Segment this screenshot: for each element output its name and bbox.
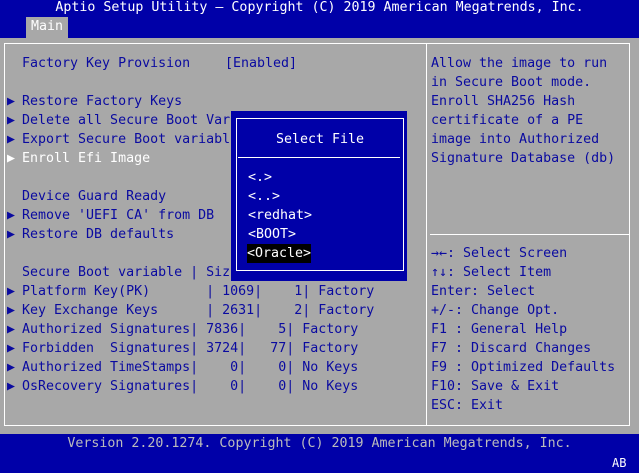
submenu-arrow-icon: ▶	[7, 322, 16, 337]
help-text: certificate of a PE	[431, 113, 584, 128]
submenu-arrow-icon: ▶	[7, 227, 16, 242]
key-hint: +/-: Change Opt.	[431, 303, 560, 318]
app-title: Aptio Setup Utility – Copyright (C) 2019…	[55, 0, 584, 15]
menu-export-secure-boot-variables[interactable]: Export Secure Boot variabl	[22, 130, 230, 149]
table-row[interactable]: Authorized TimeStamps| 0| 0| No Keys	[22, 358, 358, 377]
row-count: 5	[246, 322, 287, 337]
submenu-arrow-icon: ▶	[7, 341, 16, 356]
row-size: 0	[198, 360, 239, 375]
panel-divider	[426, 43, 427, 426]
footer-badge: AB	[612, 456, 627, 470]
key-hint: →←: Select Screen	[431, 246, 568, 261]
row-count: 1	[262, 284, 303, 299]
file-option-redhat[interactable]: <redhat>	[248, 206, 312, 225]
submenu-arrow-icon: ▶	[7, 303, 16, 318]
table-row[interactable]: Authorized Signatures| 7836| 5| Factory	[22, 320, 358, 339]
file-option-boot[interactable]: <BOOT>	[248, 225, 296, 244]
table-row[interactable]: Platform Key(PK) | 1069| 1| Factory	[22, 282, 374, 301]
menu-remove-uefi-ca[interactable]: Remove 'UEFI CA' from DB	[22, 206, 214, 225]
row-name: OsRecovery Signatures	[22, 379, 191, 394]
row-size: 7836	[198, 322, 239, 337]
row-source: Factory	[294, 341, 359, 356]
table-header: Secure Boot variable | Siz	[22, 265, 231, 280]
row-count: 0	[246, 360, 287, 375]
key-hint: Enter: Select	[431, 284, 536, 299]
submenu-arrow-icon: ▶	[7, 151, 16, 166]
row-name: Forbidden Signatures	[22, 341, 191, 356]
help-text: Allow the image to run	[431, 56, 608, 71]
row-source: No Keys	[294, 360, 359, 375]
help-text: Enroll SHA256 Hash	[431, 94, 576, 109]
row-count: 0	[246, 379, 287, 394]
row-source: Factory	[294, 322, 359, 337]
row-size: 3724	[198, 341, 239, 356]
submenu-arrow-icon: ▶	[7, 360, 16, 375]
factory-key-provision-label[interactable]: Factory Key Provision	[22, 54, 190, 73]
key-hint: F10: Save & Exit	[431, 379, 560, 394]
table-row[interactable]: Key Exchange Keys | 2631| 2| Factory	[22, 301, 374, 320]
row-name: Authorized Signatures	[22, 322, 191, 337]
menu-delete-secure-boot-variables[interactable]: Delete all Secure Boot Var	[22, 111, 230, 130]
key-hint: ↑↓: Select Item	[431, 265, 552, 280]
key-hint: F7 : Discard Changes	[431, 341, 592, 356]
help-text: in Secure Boot mode.	[431, 75, 592, 90]
file-option-current-dir[interactable]: <.>	[248, 168, 272, 187]
help-text: image into Authorized	[431, 132, 600, 147]
table-row[interactable]: OsRecovery Signatures| 0| 0| No Keys	[22, 377, 358, 396]
row-size: 2631	[214, 303, 255, 318]
key-hint: F9 : Optimized Defaults	[431, 360, 616, 375]
key-hint: ESC: Exit	[431, 398, 504, 413]
tab-main[interactable]: Main	[26, 17, 68, 38]
submenu-arrow-icon: ▶	[7, 94, 16, 109]
factory-key-provision-value[interactable]: [Enabled]	[225, 54, 297, 73]
submenu-arrow-icon: ▶	[7, 132, 16, 147]
row-name: Authorized TimeStamps	[22, 360, 191, 375]
dialog-title: Select File	[275, 132, 365, 147]
row-count: 2	[262, 303, 303, 318]
row-source: Factory	[310, 284, 375, 299]
file-option-parent-dir[interactable]: <..>	[248, 187, 280, 206]
version-text: Version 2.20.1274. Copyright (C) 2019 Am…	[67, 436, 572, 451]
menu-restore-db-defaults[interactable]: Restore DB defaults	[22, 225, 174, 244]
key-hint: F1 : General Help	[431, 322, 568, 337]
menu-enroll-efi-image[interactable]: Enroll Efi Image	[22, 149, 150, 168]
row-name: Key Exchange Keys	[22, 303, 207, 318]
submenu-arrow-icon: ▶	[7, 208, 16, 223]
help-text: Signature Database (db)	[431, 151, 616, 166]
dialog-separator	[238, 157, 400, 158]
row-size: 1069	[214, 284, 255, 299]
row-name: Platform Key(PK)	[22, 284, 207, 299]
file-option-oracle[interactable]: <Oracle>	[247, 244, 312, 263]
help-separator	[430, 234, 630, 235]
submenu-arrow-icon: ▶	[7, 284, 16, 299]
device-guard-ready-label: Device Guard Ready	[22, 189, 167, 204]
menu-restore-factory-keys[interactable]: Restore Factory Keys	[22, 92, 182, 111]
submenu-arrow-icon: ▶	[7, 113, 16, 128]
row-count: 77	[246, 341, 287, 356]
row-source: No Keys	[294, 379, 359, 394]
row-source: Factory	[310, 303, 375, 318]
submenu-arrow-icon: ▶	[7, 379, 16, 394]
row-size: 0	[198, 379, 239, 394]
table-row[interactable]: Forbidden Signatures| 3724| 77| Factory	[22, 339, 358, 358]
